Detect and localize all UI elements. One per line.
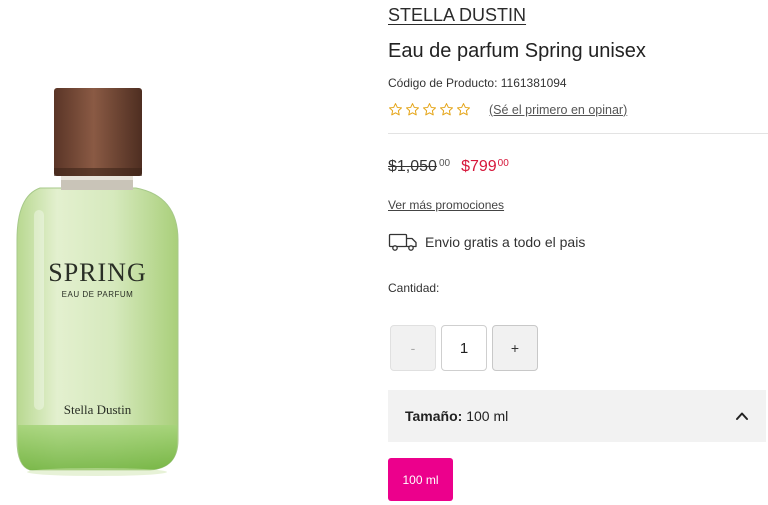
star-icon [457, 103, 470, 116]
bottle-subtitle: EAU DE PARFUM [61, 290, 134, 299]
shipping-text: Envio gratis a todo el pais [425, 234, 586, 250]
star-icon [440, 103, 453, 116]
rating: (Sé el primero en opinar) [388, 102, 627, 117]
promotions-link[interactable]: Ver más promociones [388, 198, 504, 212]
old-price-cents: 00 [438, 158, 451, 169]
quantity-input[interactable] [441, 325, 487, 371]
old-price: $1,050 [388, 158, 437, 175]
brand-link[interactable]: STELLA DUSTIN [388, 5, 526, 26]
bottle-brand: Stella Dustin [63, 402, 132, 417]
size-value: 100 ml [466, 408, 509, 424]
decrease-quantity-button[interactable]: - [390, 325, 436, 371]
size-summary: Tamaño: 100 ml [405, 408, 508, 424]
sale-price-cents: 00 [497, 158, 509, 169]
rating-stars[interactable] [388, 102, 471, 117]
bottle-label: SPRING EAU DE PARFUM [17, 258, 178, 299]
divider [388, 133, 768, 134]
shipping-info: Envio gratis a todo el pais [388, 232, 585, 252]
increase-quantity-button[interactable]: + [492, 325, 538, 371]
quantity-label: Cantidad: [388, 281, 440, 295]
star-icon [389, 103, 402, 116]
price-block: $1,050 00 $799 00 [388, 158, 509, 176]
product-title: Eau de parfum Spring unisex [388, 40, 646, 62]
bottle-name: SPRING [48, 258, 147, 287]
sale-price: $799 [461, 158, 497, 175]
star-icon [423, 103, 436, 116]
size-label: Tamaño: [405, 408, 463, 424]
size-accordion[interactable]: Tamaño: 100 ml [388, 390, 766, 442]
size-option-100ml[interactable]: 100 ml [388, 458, 453, 501]
product-image [16, 88, 179, 476]
product-sku: Código de Producto: 1161381094 [388, 76, 567, 90]
review-link[interactable]: (Sé el primero en opinar) [489, 103, 627, 117]
chevron-up-icon[interactable] [734, 408, 750, 424]
quantity-stepper: - + [390, 325, 538, 371]
truck-icon [388, 233, 417, 251]
star-icon [406, 103, 419, 116]
